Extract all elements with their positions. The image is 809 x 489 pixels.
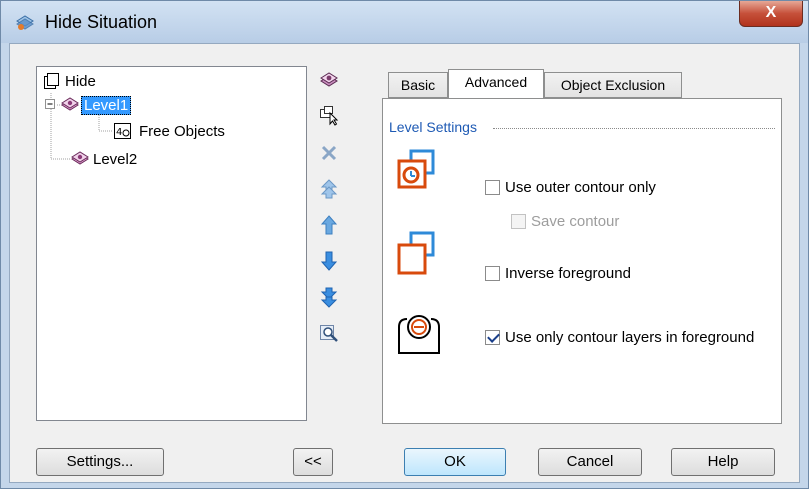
contour-layers-icon [398, 315, 440, 354]
window-title: Hide Situation [45, 12, 158, 32]
svg-text:4: 4 [116, 127, 122, 138]
collapse-button[interactable]: << [293, 448, 333, 476]
delete-icon[interactable] [318, 142, 340, 164]
tree-item-hide[interactable]: Hide [43, 71, 96, 91]
free-objects-icon: 4 [114, 123, 131, 139]
save-contour-checkbox-row[interactable]: Save contour [511, 213, 619, 230]
level-settings-header: Level Settings [389, 119, 477, 135]
tab-advanced[interactable]: Advanced [448, 69, 544, 98]
outer-contour-checkbox-row[interactable]: Use outer contour only [485, 179, 656, 196]
ok-button[interactable]: OK [404, 448, 506, 476]
select-objects-icon[interactable] [318, 104, 340, 126]
tree-label-hide: Hide [65, 72, 96, 90]
app-icon [16, 15, 34, 30]
group-divider [493, 128, 775, 129]
save-contour-label: Save contour [531, 213, 620, 230]
zoom-icon[interactable] [318, 322, 340, 344]
outer-contour-label: Use outer contour only [505, 179, 656, 196]
pages-icon [44, 73, 59, 89]
close-button[interactable]: X [739, 1, 803, 27]
tab-object-exclusion[interactable]: Object Exclusion [544, 72, 682, 98]
collapse-toggle-icon[interactable] [45, 99, 57, 111]
inverse-foreground-checkbox-row[interactable]: Inverse foreground [485, 265, 631, 282]
help-button[interactable]: Help [671, 448, 775, 476]
inverse-foreground-label: Inverse foreground [505, 265, 631, 282]
advanced-tab-panel: Level Settings Use outer contour only Sa… [382, 98, 782, 424]
move-bottom-icon[interactable] [318, 286, 340, 308]
move-up-icon[interactable] [318, 214, 340, 236]
settings-button[interactable]: Settings... [36, 448, 164, 476]
tree-item-level2[interactable]: Level2 [71, 149, 137, 169]
tree-item-level1[interactable]: Level1 [45, 95, 132, 115]
tree-item-free-objects[interactable]: 4 Free Objects [113, 121, 225, 141]
inverse-foreground-icon [397, 231, 435, 275]
title-bar[interactable]: Hide Situation X [1, 1, 808, 43]
layer-icon [71, 151, 89, 165]
move-down-icon[interactable] [318, 250, 340, 272]
contour-layers-label: Use only contour layers in foreground [505, 329, 755, 346]
tree-label-level2: Level2 [93, 150, 138, 168]
tree-label-level1: Level1 [81, 95, 132, 115]
outer-contour-icon [397, 149, 435, 189]
move-top-icon[interactable] [318, 178, 340, 200]
layers-icon[interactable] [318, 68, 340, 90]
cancel-button[interactable]: Cancel [538, 448, 642, 476]
contour-layers-checkbox-row[interactable]: Use only contour layers in foreground [485, 329, 754, 346]
tab-basic[interactable]: Basic [388, 72, 448, 98]
save-contour-checkbox[interactable] [511, 214, 526, 229]
inverse-foreground-checkbox[interactable] [485, 266, 500, 281]
dialog-window: Hide Situation X Hide Level1 4 Free Obje… [0, 0, 809, 489]
layer-icon [61, 97, 79, 111]
hide-tree-view[interactable]: Hide Level1 4 Free Objects Level2 [36, 66, 307, 421]
dialog-client-area: Hide Level1 4 Free Objects Level2 Basic … [9, 43, 800, 483]
contour-layers-checkbox[interactable] [485, 330, 500, 345]
tree-label-free-objects: Free Objects [139, 122, 225, 140]
outer-contour-checkbox[interactable] [485, 180, 500, 195]
